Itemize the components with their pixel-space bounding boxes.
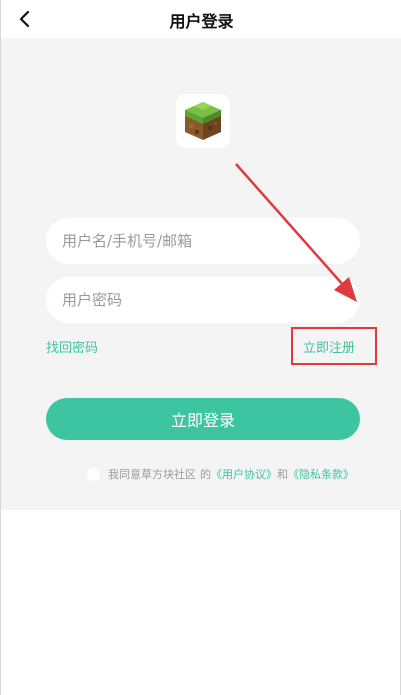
- login-panel: 找回密码 立即注册 立即登录 我同意草方块社区 的 《用户协议》 和 《隐私条款…: [1, 38, 401, 510]
- agreement-row: 我同意草方块社区 的 《用户协议》 和 《隐私条款》: [87, 466, 354, 482]
- app-logo: [176, 94, 230, 148]
- agreement-text: 我同意草方块社区: [108, 468, 196, 481]
- password-input[interactable]: [46, 277, 360, 323]
- page-title: 用户登录: [169, 12, 234, 31]
- agree-radio[interactable]: [87, 467, 100, 481]
- login-button[interactable]: 立即登录: [46, 398, 360, 440]
- forgot-password-link[interactable]: 找回密码: [46, 337, 98, 356]
- username-input[interactable]: [46, 218, 360, 264]
- navbar: 用户登录: [1, 0, 401, 38]
- privacy-terms-link[interactable]: 《隐私条款》: [288, 466, 354, 482]
- register-highlight-box: [291, 327, 377, 365]
- grass-block-icon: [185, 102, 221, 140]
- user-terms-link[interactable]: 《用户协议》: [211, 466, 277, 482]
- agreement-and-text: 和: [277, 468, 288, 481]
- agreement-of-text: 的: [200, 468, 211, 481]
